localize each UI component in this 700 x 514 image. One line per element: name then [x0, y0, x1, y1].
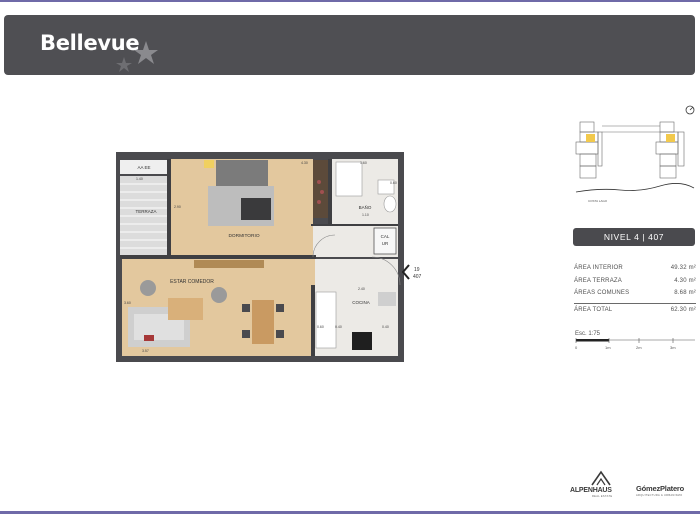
alpenhaus-name: ALPENHAUS	[570, 487, 612, 494]
unit-highlight-left	[586, 134, 595, 142]
area-name: ÁREA TERRAZA	[574, 277, 622, 284]
dim-kitchen-depth: 0.60	[317, 325, 324, 329]
street-label: COSTA LAGO	[588, 199, 608, 203]
room-label-bedroom: DORMITORIO	[228, 233, 259, 239]
area-name: ÁREA INTERIOR	[574, 265, 623, 271]
area-name: ÁREAS COMUNES	[574, 290, 630, 296]
room-label-bathroom: BAÑO	[359, 204, 372, 210]
tv-console	[194, 260, 264, 268]
area-value: 4.30 m²	[674, 277, 696, 284]
entry-marker: 19 407	[401, 264, 422, 280]
shower	[335, 161, 363, 197]
dim-kitchen-width: 2.40	[358, 287, 365, 291]
unit-highlight-right	[666, 134, 675, 142]
room-label-living: ESTAR COMEDOR	[170, 279, 214, 285]
dim-bath-width: 1.60	[360, 161, 367, 165]
gomezplatero-sub: ARQUITECTURA & URBANISMO	[636, 494, 683, 497]
room-label-heater-1: CAL	[381, 234, 390, 239]
wardrobe	[313, 160, 328, 218]
wall-living-north	[120, 255, 316, 259]
cooktop	[352, 332, 372, 350]
room-label-closet: AA EE	[137, 165, 150, 170]
top-accent-line	[0, 0, 700, 2]
wall-bath-south	[311, 224, 398, 226]
scale-tick: 1m	[605, 345, 611, 350]
wall-bath-west	[328, 159, 332, 225]
bed-throw	[241, 198, 271, 220]
area-total-name: ÁREA TOTAL	[574, 306, 613, 313]
bedside-lamp	[204, 160, 214, 168]
alpenhaus-logo: ALPENHAUS REAL ESTATE	[570, 470, 632, 500]
area-value: 8.68 m²	[674, 290, 696, 296]
key-plan: COSTA LAGO	[575, 105, 695, 203]
alpenhaus-sub: REAL ESTATE	[592, 495, 613, 498]
coffee-table	[168, 298, 203, 320]
wall-kitchen-west	[311, 285, 315, 356]
entry-marker-line2: 407	[413, 274, 422, 280]
area-total-row: ÁREA TOTAL 62.30 m²	[574, 302, 696, 316]
header-banner: Bellevue	[4, 15, 695, 75]
area-row: ÁREA INTERIOR 49.32 m²	[574, 262, 696, 275]
area-total-value: 62.30 m²	[670, 306, 696, 313]
dim-kitchen-side: 0.40	[382, 325, 389, 329]
cushion	[144, 335, 154, 341]
dim-bath-depth: 1.10	[362, 213, 369, 217]
area-row: ÁREAS COMUNES 8.68 m²	[574, 287, 696, 300]
area-row: ÁREA TERRAZA 4.30 m²	[574, 275, 696, 288]
armchair-left	[140, 280, 156, 296]
bed-headboard	[216, 160, 268, 186]
room-label-kitchen: COCINA	[352, 300, 370, 305]
entry-arrow-icon	[401, 264, 410, 280]
building-outline-left	[575, 121, 603, 179]
area-value: 49.32 m²	[670, 265, 696, 271]
room-label-terrace: TERRAZA	[135, 209, 156, 214]
gomezplatero-logo: GómezPlatero ARQUITECTURA & URBANISMO	[636, 484, 698, 497]
dim-bath-side: 0.60	[390, 181, 397, 185]
dim-bed-depth: 2.90	[174, 205, 181, 209]
fridge	[378, 292, 396, 306]
scale-tick: 2m	[636, 345, 642, 350]
scale-segment-filled	[576, 339, 609, 342]
area-table: ÁREA INTERIOR 49.32 m² ÁREA TERRAZA 4.30…	[574, 262, 696, 315]
dim-heater: 0.40	[335, 325, 342, 329]
unit-badge: NIVEL 4 | 407	[573, 228, 695, 246]
entry-marker-line1: 19	[414, 267, 420, 273]
dining-table	[252, 300, 274, 344]
toilet	[383, 195, 397, 213]
dim-living-depth: 3.60	[124, 301, 131, 305]
alpenhaus-roof-icon	[591, 470, 611, 486]
armchair-right	[211, 287, 227, 303]
room-label-heater-2: UR	[382, 241, 389, 246]
floor-plan: DORMITORIO TERRAZA AA EE BAÑO ESTAR COME…	[116, 152, 404, 362]
dim-bed-width: 4.30	[301, 161, 308, 165]
dim-living-width: 3.57	[142, 349, 149, 353]
brand-stars-icon	[116, 41, 158, 72]
scale-tick: 3m	[670, 345, 676, 350]
wall-bedroom-west	[167, 159, 171, 257]
scale-bar: 0 1m 2m 3m	[575, 338, 695, 350]
gomezplatero-name: GómezPlatero	[636, 484, 685, 493]
building-outline-right	[655, 121, 685, 179]
scale-tick: 0	[575, 345, 578, 350]
terrain-line	[575, 183, 695, 193]
dim-terrace-width: 1.40	[136, 177, 143, 181]
kitchen-counter	[315, 291, 337, 349]
